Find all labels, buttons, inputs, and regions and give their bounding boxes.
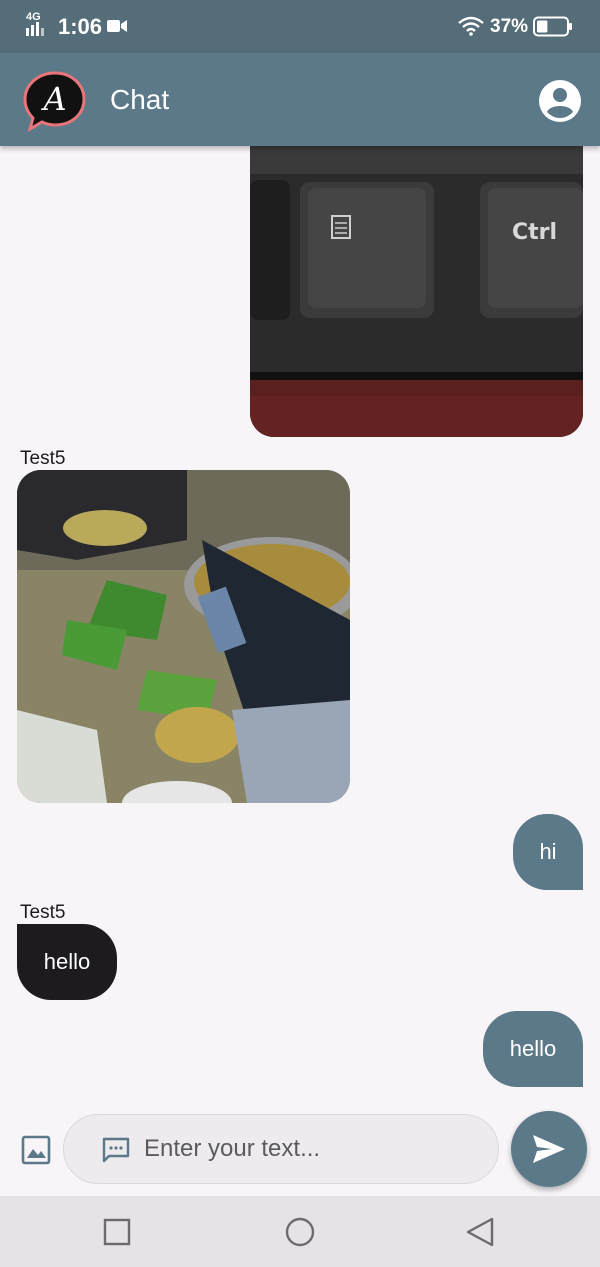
sender-name: Test5 bbox=[20, 902, 66, 923]
send-button[interactable] bbox=[511, 1111, 587, 1187]
battery-percent: 37% bbox=[490, 16, 529, 37]
app-logo[interactable]: A bbox=[22, 70, 88, 132]
message-composer bbox=[0, 1106, 600, 1196]
account-icon[interactable] bbox=[538, 79, 582, 123]
message-input-container[interactable] bbox=[63, 1114, 499, 1184]
send-icon bbox=[533, 1135, 565, 1163]
back-icon[interactable] bbox=[462, 1214, 498, 1250]
message-bubble-outgoing[interactable]: hi bbox=[513, 814, 583, 890]
food-photo bbox=[17, 470, 350, 803]
app-bar: A Chat bbox=[0, 53, 600, 146]
image-icon[interactable] bbox=[20, 1134, 52, 1166]
message-input[interactable] bbox=[144, 1129, 484, 1169]
keyboard-photo: Ctrl bbox=[250, 146, 583, 437]
video-camera-icon bbox=[107, 20, 127, 32]
message-bubble-incoming[interactable]: hello bbox=[17, 924, 117, 1000]
status-bar: 4G 1:06 37% bbox=[0, 0, 600, 53]
app-logo-letter: A bbox=[40, 80, 66, 118]
keyboard-ctrl-label: Ctrl bbox=[512, 220, 557, 245]
message-icon bbox=[102, 1137, 130, 1163]
network-type: 4G bbox=[26, 11, 41, 23]
sender-name: Test5 bbox=[20, 448, 66, 469]
home-icon[interactable] bbox=[282, 1214, 318, 1250]
message-bubble-outgoing[interactable]: hello bbox=[483, 1011, 583, 1087]
image-message-outgoing[interactable]: Ctrl bbox=[250, 146, 583, 437]
battery-icon bbox=[533, 16, 572, 37]
image-message-incoming[interactable] bbox=[17, 470, 350, 803]
page-title: Chat bbox=[110, 84, 170, 115]
system-nav-bar bbox=[0, 1196, 600, 1267]
wifi-icon bbox=[458, 16, 484, 36]
message-list[interactable]: Ctrl Test5 hi Test5 hello hello bbox=[0, 146, 600, 1106]
status-time: 1:06 bbox=[58, 14, 103, 39]
recent-apps-icon[interactable] bbox=[99, 1214, 135, 1250]
